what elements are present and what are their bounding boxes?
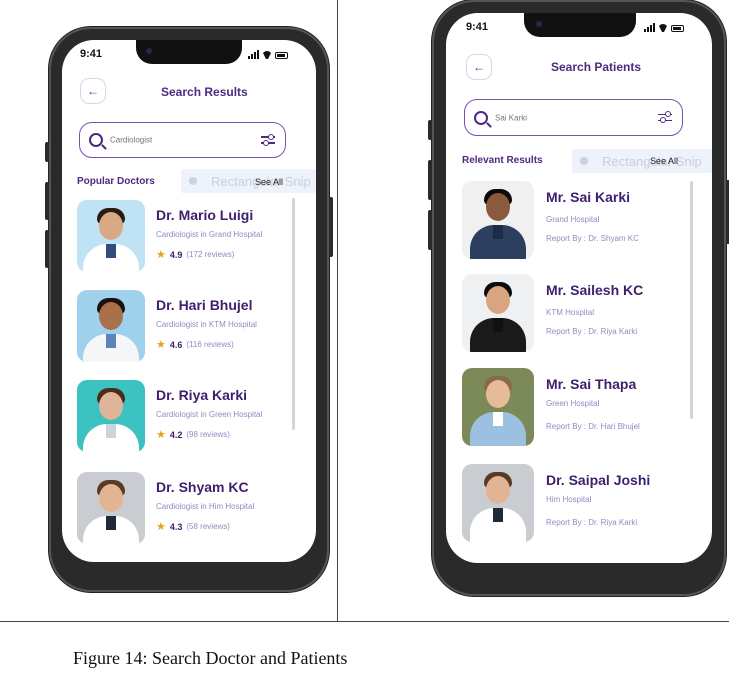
doctor-photo	[77, 472, 145, 544]
doctor-photo	[77, 200, 145, 272]
patient-hospital: Grand Hospital	[546, 215, 600, 224]
section-title: Popular Doctors	[77, 176, 155, 187]
patient-photo	[462, 274, 534, 352]
star-icon: ★	[156, 429, 166, 441]
right-screen: 9:41 ← Search Patients Relevant Results …	[446, 13, 712, 563]
status-time: 9:41	[466, 21, 489, 33]
filter-icon[interactable]	[658, 111, 672, 124]
rectangular-snip-overlay: Rectangular Snip	[181, 169, 316, 193]
patient-hospital: Him Hospital	[546, 495, 592, 504]
battery-icon	[671, 25, 684, 32]
search-input[interactable]	[108, 134, 262, 146]
back-arrow-icon: ←	[87, 84, 99, 98]
search-input[interactable]	[493, 112, 647, 123]
left-screen: 9:41 ← Search Results Popular Doctors Re…	[62, 40, 316, 562]
search-bar[interactable]	[79, 122, 286, 158]
doctor-name: Dr. Shyam KC	[156, 479, 249, 495]
patient-report: Report By : Dr. Shyam KC	[546, 234, 639, 243]
scrollbar[interactable]	[690, 181, 693, 419]
patient-name: Mr. Sai Karki	[546, 189, 631, 205]
right-phone-frame: 9:41 ← Search Patients Relevant Results …	[428, 0, 729, 596]
status-time: 9:41	[80, 48, 103, 60]
patient-photo	[462, 368, 534, 446]
doctor-name: Dr. Hari Bhujel	[156, 297, 253, 313]
patient-hospital: KTM Hospital	[546, 308, 595, 317]
patient-photo	[462, 181, 534, 259]
doctor-specialty: Cardiologist in Him Hospital	[156, 502, 255, 511]
rating: ★ 4.9 (172 reviews)	[156, 249, 235, 261]
doctor-photo	[77, 290, 145, 362]
status-icons	[644, 23, 684, 32]
search-icon	[89, 133, 103, 147]
star-icon: ★	[156, 249, 166, 261]
status-icons	[248, 50, 288, 59]
rating: ★ 4.3 (58 reviews)	[156, 521, 230, 533]
rating: ★ 4.6 (116 reviews)	[156, 339, 234, 351]
signal-icon	[644, 23, 655, 32]
patient-name: Mr. Sailesh KC	[546, 282, 644, 298]
figure-divider-vertical	[337, 0, 338, 622]
page-title: Search Patients	[551, 60, 642, 74]
doctor-specialty: Cardiologist in Green Hospital	[156, 410, 263, 419]
wifi-icon	[262, 51, 272, 59]
star-icon: ★	[156, 521, 166, 533]
rating: ★ 4.2 (98 reviews)	[156, 429, 230, 441]
battery-icon	[275, 52, 288, 59]
page-title: Search Results	[161, 85, 248, 99]
patient-report: Report By : Dr. Riya Karki	[546, 518, 638, 527]
search-bar[interactable]	[464, 99, 683, 136]
doctor-name: Dr. Riya Karki	[156, 387, 248, 403]
scrollbar[interactable]	[292, 198, 295, 430]
see-all-link[interactable]: See All	[255, 177, 283, 187]
patient-name: Dr. Saipal Joshi	[546, 472, 651, 488]
figure-caption: Figure 14: Search Doctor and Patients	[73, 648, 348, 668]
back-arrow-icon: ←	[473, 60, 485, 74]
patient-name: Mr. Sai Thapa	[546, 376, 637, 392]
patient-hospital: Green Hospital	[546, 399, 600, 408]
doctor-specialty: Cardiologist in KTM Hospital	[156, 320, 257, 329]
doctor-photo	[77, 380, 145, 452]
back-button[interactable]: ←	[80, 78, 106, 104]
star-icon: ★	[156, 339, 166, 351]
patient-report: Report By : Dr. Riya Karki	[546, 327, 638, 336]
see-all-link[interactable]: See All	[650, 156, 678, 166]
doctor-name: Dr. Mario Luigi	[156, 207, 254, 223]
doctor-specialty: Cardiologist in Grand Hospital	[156, 230, 263, 239]
section-title: Relevant Results	[462, 155, 543, 166]
signal-icon	[248, 50, 259, 59]
left-phone-frame: 9:41 ← Search Results Popular Doctors Re…	[45, 27, 333, 592]
filter-icon[interactable]	[261, 133, 275, 146]
patient-report: Report By : Dr. Hari Bhujel	[546, 422, 640, 431]
figure-divider-horizontal	[0, 621, 729, 622]
wifi-icon	[658, 24, 668, 32]
back-button[interactable]: ←	[466, 54, 492, 80]
rectangular-snip-overlay: Rectangular Snip	[572, 149, 712, 173]
patient-photo	[462, 464, 534, 542]
search-icon	[474, 110, 488, 125]
